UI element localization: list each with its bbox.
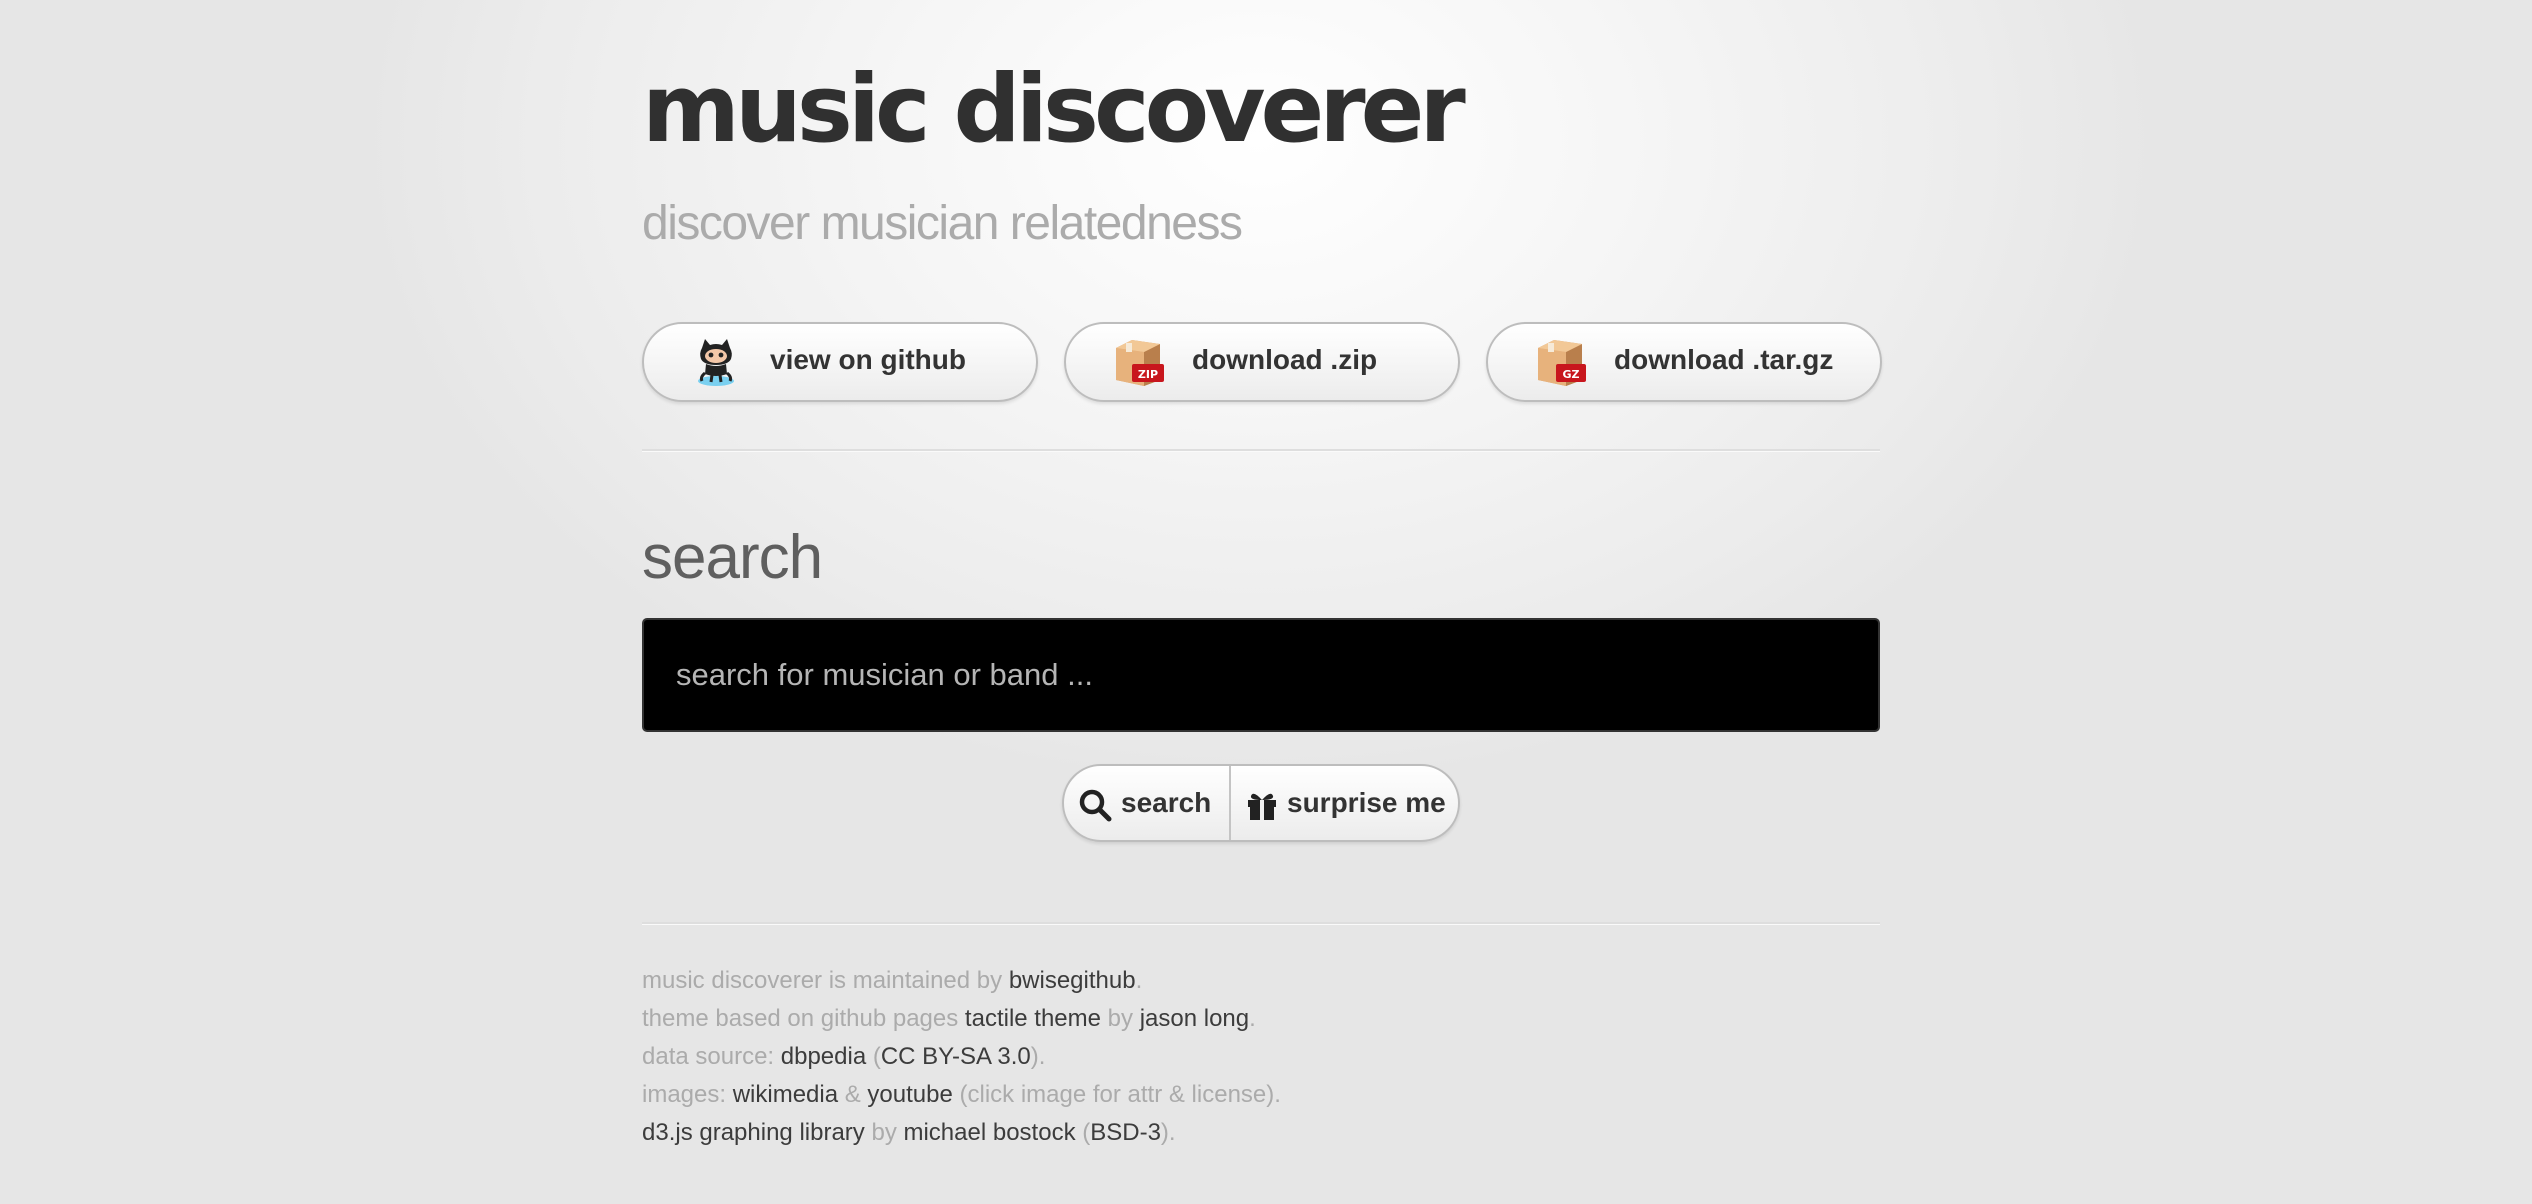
search-button-label: search: [1121, 787, 1212, 818]
octocat-icon: [698, 339, 734, 386]
surprise-me-button[interactable]: surprise me: [1231, 766, 1458, 840]
bsd-3-link[interactable]: BSD-3: [1090, 1119, 1161, 1146]
gz-box-icon: GZ: [1538, 340, 1586, 386]
footer-text: &: [838, 1081, 868, 1108]
dbpedia-link[interactable]: dbpedia: [781, 1043, 866, 1070]
footer-text: music discoverer is maintained by: [642, 967, 1009, 994]
page-subtitle: discover musician relatedness: [642, 197, 1243, 250]
divider-bottom: [642, 922, 1880, 925]
footer-text: data source:: [642, 1043, 781, 1070]
wikimedia-link[interactable]: wikimedia: [733, 1081, 838, 1108]
footer-line-d3: d3.js graphing library by michael bostoc…: [642, 1114, 1880, 1152]
footer-text: by: [864, 1119, 904, 1146]
footer: music discoverer is maintained by bwiseg…: [642, 962, 1880, 1152]
footer-text: .: [1135, 967, 1143, 994]
footer-text: .: [1249, 1005, 1256, 1032]
footer-text: (: [866, 1043, 881, 1070]
footer-line-data-source: data source: dbpedia (CC BY-SA 3.0).: [642, 1038, 1880, 1076]
page-title: music discoverer: [642, 55, 1466, 164]
jason-long-link[interactable]: jason long: [1140, 1005, 1249, 1032]
michael-bostock-link[interactable]: michael bostock: [903, 1119, 1075, 1146]
search-button-group: search surprise me: [1062, 764, 1460, 842]
zip-badge: ZIP: [1138, 368, 1158, 381]
download-tar-gz-button[interactable]: GZ download .tar.gz: [1486, 322, 1882, 402]
divider-top: [642, 449, 1880, 452]
download-tar-gz-label: download .tar.gz: [1614, 344, 1834, 375]
footer-line-theme: theme based on github pages tactile them…: [642, 1000, 1880, 1038]
gz-badge: GZ: [1562, 368, 1579, 381]
footer-line-maintainer: music discoverer is maintained by bwiseg…: [642, 962, 1880, 1000]
footer-text: ).: [1030, 1043, 1046, 1070]
gift-icon: [1248, 793, 1276, 820]
download-zip-label: download .zip: [1192, 344, 1378, 375]
download-buttons: view on github ZIP download .zip GZ down…: [642, 322, 1882, 402]
d3-library-link[interactable]: d3.js graphing library: [642, 1119, 865, 1146]
magnifier-icon: [1079, 789, 1112, 822]
download-zip-button[interactable]: ZIP download .zip: [1064, 322, 1460, 402]
footer-text: (click image for attr & license).: [952, 1081, 1281, 1108]
footer-text: by: [1101, 1005, 1140, 1032]
zip-box-icon: ZIP: [1116, 340, 1164, 386]
search-heading: search: [642, 523, 823, 592]
footer-text: (: [1075, 1119, 1091, 1146]
footer-text: theme based on github pages: [642, 1005, 965, 1032]
view-on-github-label: view on github: [770, 344, 966, 375]
bwisegithub-link[interactable]: bwisegithub: [1009, 967, 1136, 994]
youtube-link[interactable]: youtube: [867, 1081, 952, 1108]
view-on-github-button[interactable]: view on github: [642, 322, 1038, 402]
tactile-theme-link[interactable]: tactile theme: [965, 1005, 1101, 1032]
footer-line-images: images: wikimedia & youtube (click image…: [642, 1076, 1880, 1114]
footer-text: images:: [642, 1081, 733, 1108]
footer-text: ).: [1160, 1119, 1176, 1146]
search-button[interactable]: search: [1064, 766, 1229, 840]
cc-by-sa-link[interactable]: CC BY-SA 3.0: [881, 1043, 1031, 1070]
search-input[interactable]: [642, 618, 1880, 732]
surprise-me-button-label: surprise me: [1287, 787, 1446, 818]
